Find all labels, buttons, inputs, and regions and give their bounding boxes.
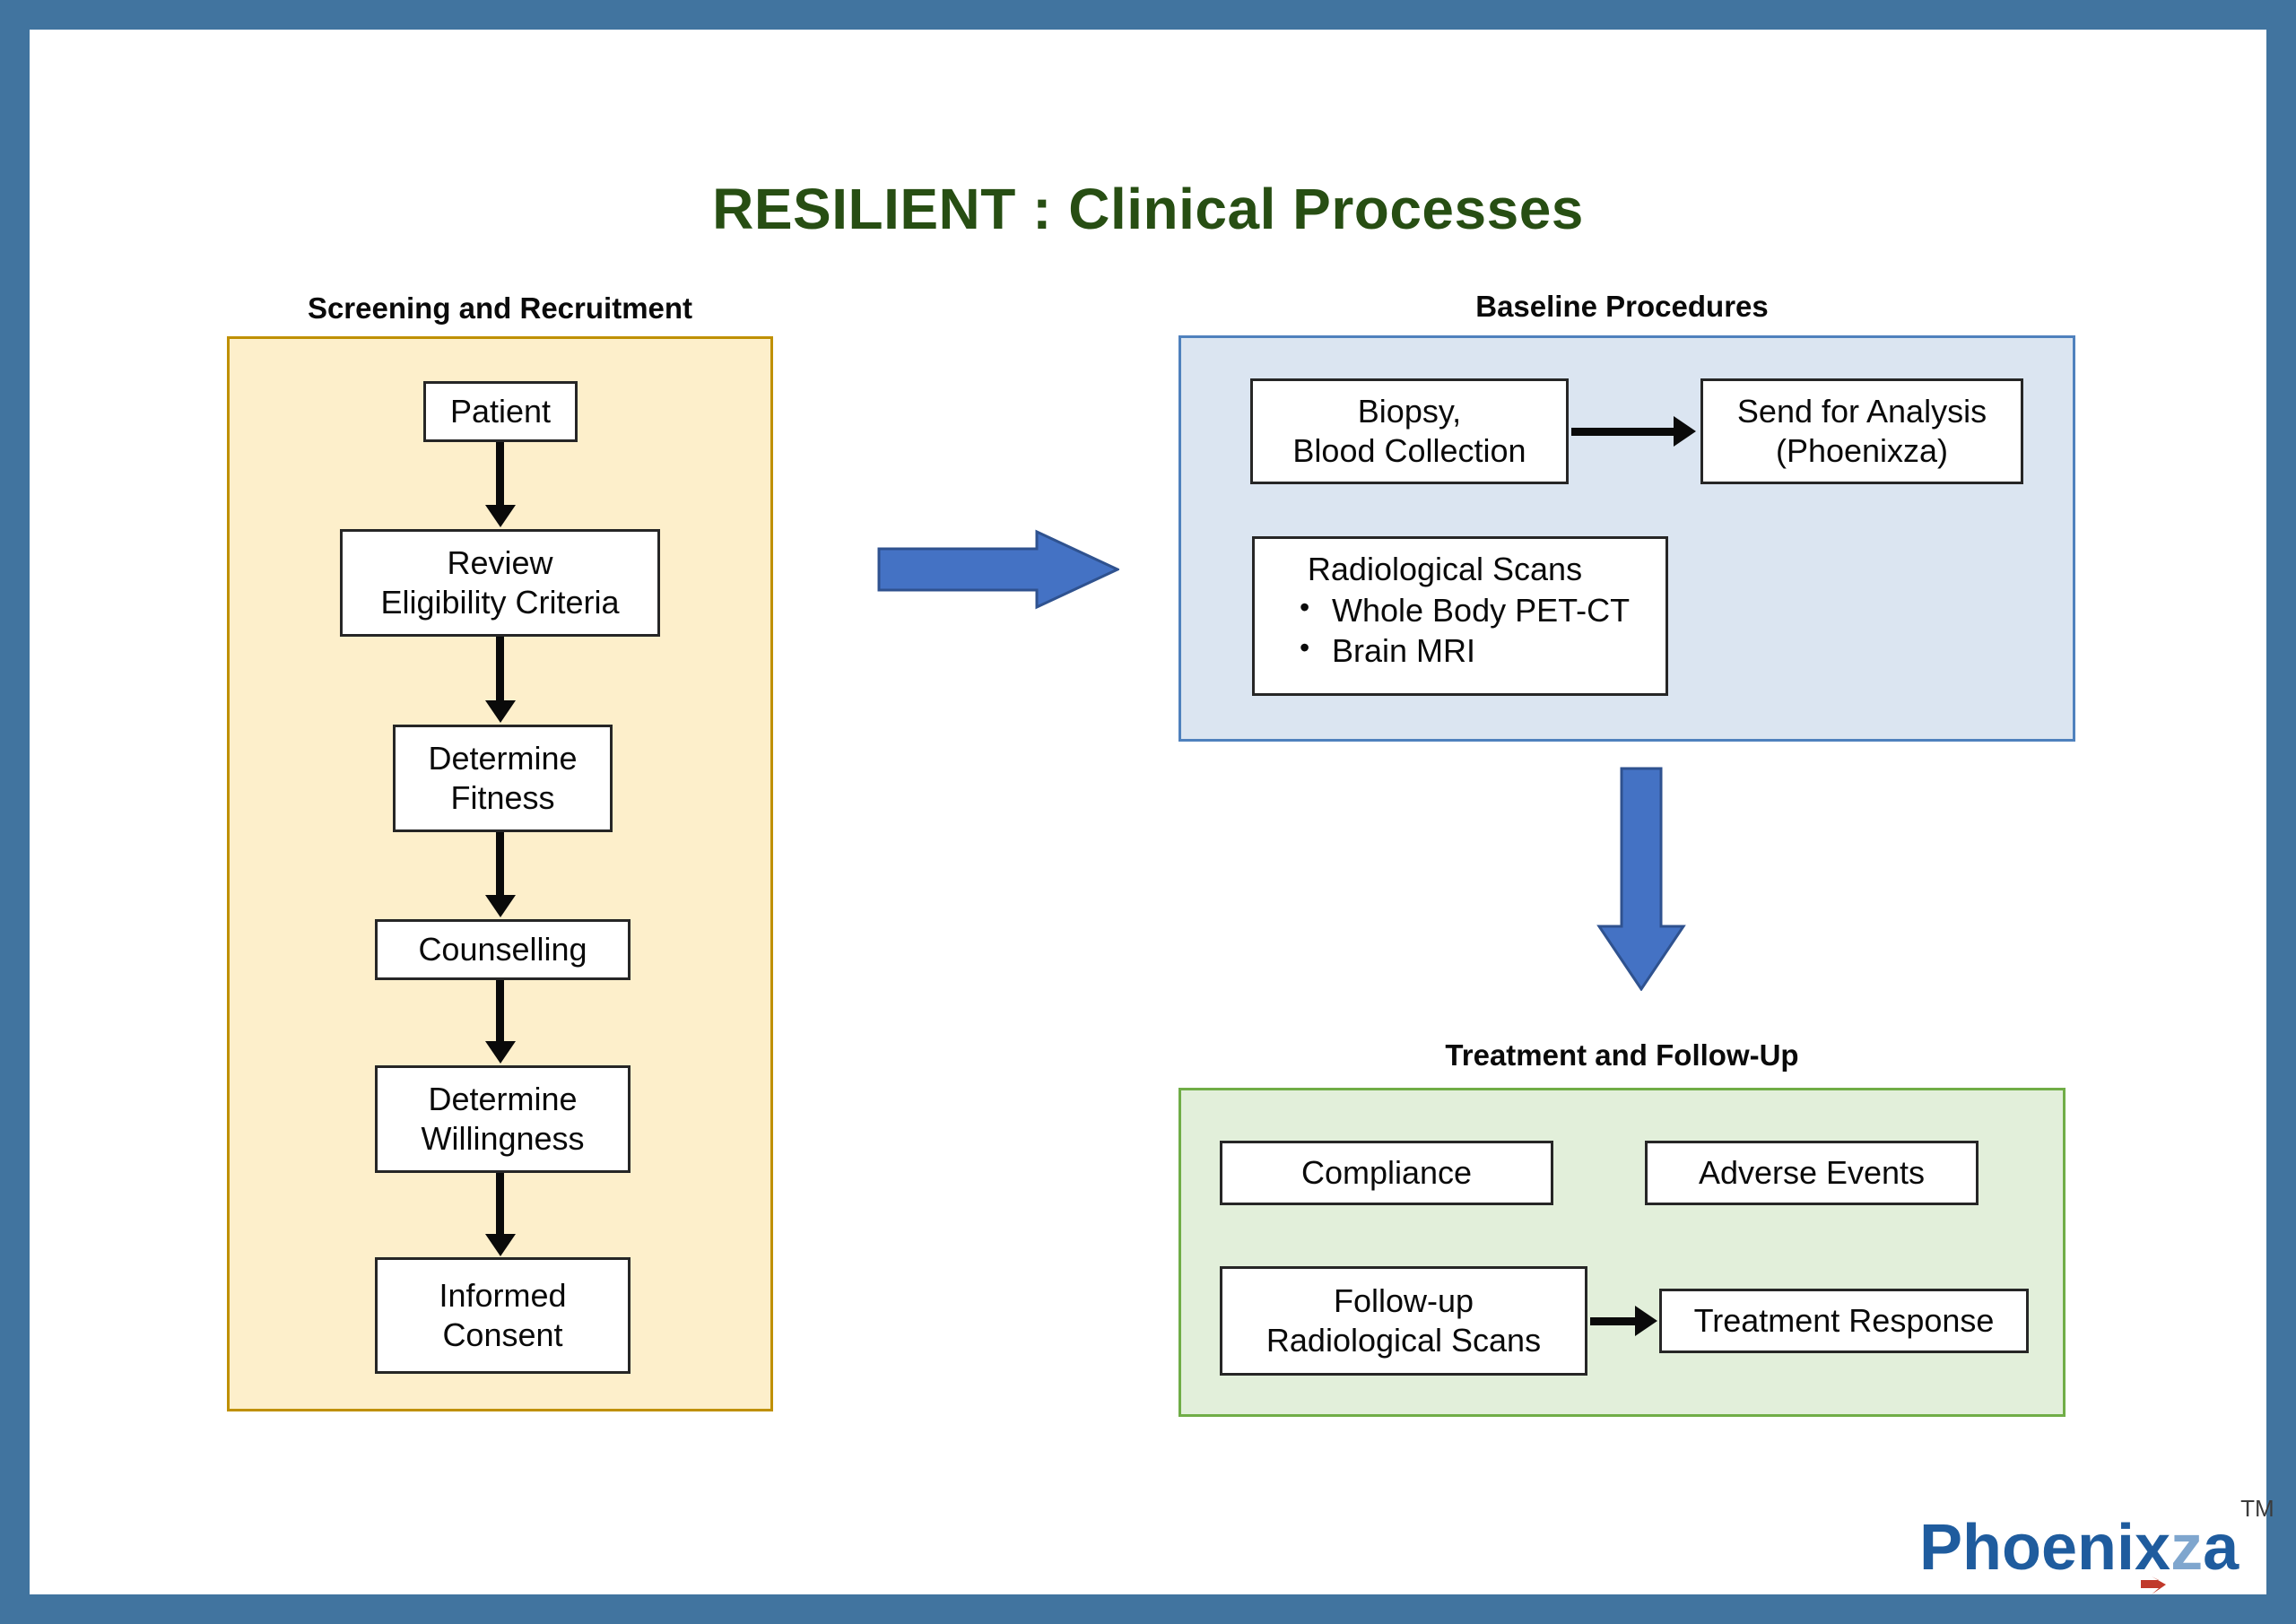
right-arrow-icon: [877, 529, 1119, 610]
connector-counselling-to-willingness: [496, 980, 504, 1043]
connector-arrowhead: [1635, 1306, 1657, 1336]
logo-trademark: TM: [2240, 1495, 2274, 1522]
process-box-radiological-scans[interactable]: Radiological Scans Whole Body PET-CT Bra…: [1252, 536, 1668, 696]
process-box-label: Patient: [449, 393, 552, 430]
down-arrow-icon: [1596, 767, 1686, 991]
process-box-determine-fitness[interactable]: Determine Fitness: [393, 725, 613, 832]
process-box-label-line2: Consent: [442, 1316, 563, 1353]
connector-arrowhead: [485, 1234, 516, 1256]
connector-followup-to-response: [1590, 1317, 1639, 1325]
connector-arrowhead: [485, 505, 516, 527]
process-box-label-line2: Willingness: [421, 1120, 585, 1157]
process-box-label-line2: Blood Collection: [1292, 432, 1526, 469]
connector-biopsy-to-analysis: [1571, 428, 1677, 436]
logo-text-suffix: a: [2203, 1512, 2239, 1584]
process-box-label-line1: Informed: [439, 1277, 567, 1315]
process-box-label-line1: Biopsy,: [1357, 393, 1462, 430]
process-box-label: Counselling: [418, 931, 587, 968]
process-box-adverse-events[interactable]: Adverse Events: [1645, 1141, 1979, 1205]
radiological-scans-list: Whole Body PET-CT Brain MRI: [1255, 589, 1665, 671]
connector-arrowhead: [1674, 416, 1696, 447]
process-box-label-line1: Determine: [428, 1081, 578, 1118]
connector-fitness-to-counselling: [496, 832, 504, 897]
process-box-determine-willingness[interactable]: Determine Willingness: [375, 1065, 631, 1173]
process-box-label-line2: Fitness: [450, 779, 555, 816]
process-box-label-line1: Review: [447, 544, 553, 582]
process-box-label-line1: Send for Analysis: [1736, 393, 1987, 430]
slide-canvas: RESILIENT : Clinical Processes Screening…: [0, 0, 2296, 1624]
connector-patient-to-review: [496, 442, 504, 509]
connector-arrowhead: [485, 700, 516, 723]
process-box-biopsy-blood-collection[interactable]: Biopsy, Blood Collection: [1250, 378, 1569, 484]
process-box-informed-consent[interactable]: Informed Consent: [375, 1257, 631, 1374]
logo-text-accent: z: [2170, 1512, 2204, 1584]
process-box-label: Treatment Response: [1693, 1302, 1995, 1340]
page-title: RESILIENT : Clinical Processes: [712, 177, 1584, 241]
section-header-screening: Screening and Recruitment: [307, 291, 693, 325]
logo-text-primary: Phoenix: [1919, 1512, 2171, 1584]
process-box-label-line2: Eligibility Criteria: [380, 584, 620, 621]
process-box-label: Adverse Events: [1698, 1154, 1926, 1192]
logo-swoosh-icon: [2141, 1576, 2166, 1594]
process-box-treatment-response[interactable]: Treatment Response: [1659, 1289, 2029, 1353]
process-box-counselling[interactable]: Counselling: [375, 919, 631, 980]
list-item: Brain MRI: [1296, 630, 1665, 671]
section-header-baseline: Baseline Procedures: [1475, 290, 1769, 323]
process-box-compliance[interactable]: Compliance: [1220, 1141, 1553, 1205]
process-box-review-eligibility[interactable]: Review Eligibility Criteria: [340, 529, 660, 637]
section-header-treatment: Treatment and Follow-Up: [1445, 1038, 1799, 1072]
connector-review-to-fitness: [496, 637, 504, 702]
process-box-label-line1: Determine: [428, 740, 578, 777]
process-box-label-line2: Radiological Scans: [1265, 1322, 1542, 1359]
radiological-scans-title: Radiological Scans: [1307, 551, 1583, 587]
process-box-label: Compliance: [1300, 1154, 1473, 1192]
connector-arrowhead: [485, 1041, 516, 1064]
connector-willingness-to-consent: [496, 1173, 504, 1236]
process-box-patient[interactable]: Patient: [423, 381, 578, 442]
process-box-label-line2: (Phoenixza): [1775, 432, 1949, 469]
list-item: Whole Body PET-CT: [1296, 589, 1665, 630]
connector-arrowhead: [485, 895, 516, 917]
process-box-label-line1: Follow-up: [1333, 1282, 1474, 1320]
phoenixza-logo: PhoenixzaTM: [1919, 1497, 2274, 1580]
process-box-send-for-analysis[interactable]: Send for Analysis (Phoenixza): [1700, 378, 2023, 484]
process-box-followup-radiological-scans[interactable]: Follow-up Radiological Scans: [1220, 1266, 1587, 1376]
